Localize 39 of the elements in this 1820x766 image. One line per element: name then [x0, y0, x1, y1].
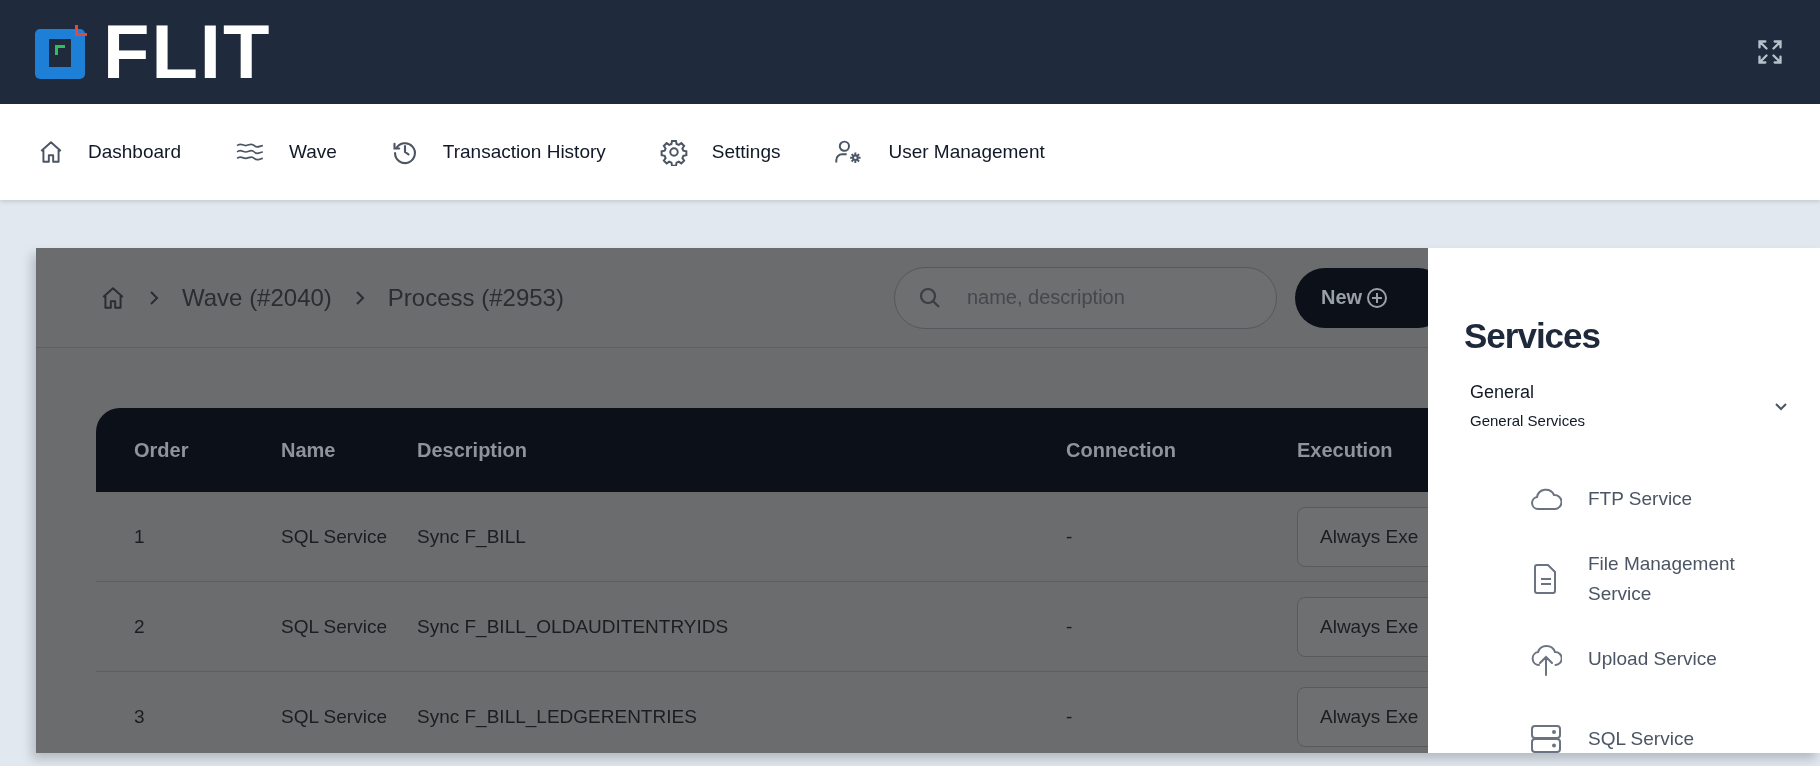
fullscreen-icon[interactable]: [1756, 38, 1784, 66]
new-button[interactable]: New: [1294, 267, 1428, 328]
chevron-right-icon: [353, 289, 366, 306]
nav-item[interactable]: User Management: [834, 138, 1045, 166]
nav-item[interactable]: Settings: [659, 138, 781, 166]
service-item[interactable]: Upload Service: [1530, 619, 1820, 699]
table-cell: Sync F_BILL: [417, 492, 1066, 582]
plus-circle-icon: [1366, 286, 1389, 309]
cloud-upload-icon: [1530, 642, 1562, 676]
table-cell: SQL Service: [281, 671, 417, 753]
nav-item[interactable]: Transaction History: [390, 138, 606, 166]
service-item[interactable]: File Management Service: [1530, 539, 1820, 619]
group-subtitle: General Services: [1470, 412, 1586, 429]
column-header: Execution: [1297, 408, 1428, 492]
chevron-right-icon: [148, 289, 160, 306]
service-item[interactable]: FTP Service: [1530, 459, 1820, 539]
column-header: Name: [281, 408, 417, 492]
nav-item[interactable]: Dashboard: [38, 139, 181, 165]
service-item[interactable]: SQL Service: [1530, 699, 1820, 766]
table-cell: 1: [96, 492, 281, 582]
search-icon: [917, 285, 942, 310]
table-cell: 3: [96, 671, 281, 753]
cloud-icon: [1530, 486, 1562, 512]
server-icon: [1530, 724, 1562, 754]
group-title[interactable]: General: [1470, 382, 1586, 403]
home-icon[interactable]: [100, 284, 126, 311]
column-header: Order: [96, 408, 281, 492]
logo-text: FLIT: [103, 14, 272, 90]
gear-icon: [659, 138, 688, 166]
drawer-title: Services: [1464, 316, 1602, 356]
table-cell: Sync F_BILL_OLDAUDITENTRYIDS: [417, 581, 1066, 672]
table-cell: SQL Service: [281, 581, 417, 672]
home-icon: [38, 139, 64, 165]
nav-item[interactable]: Wave: [234, 139, 337, 165]
table-cell: SQL Service: [281, 492, 417, 582]
table-cell: Sync F_BILL_LEDGERENTRIES: [417, 671, 1066, 753]
column-header: Connection: [1066, 408, 1297, 492]
column-header: Description: [417, 408, 1066, 492]
table-cell: 2: [96, 581, 281, 672]
